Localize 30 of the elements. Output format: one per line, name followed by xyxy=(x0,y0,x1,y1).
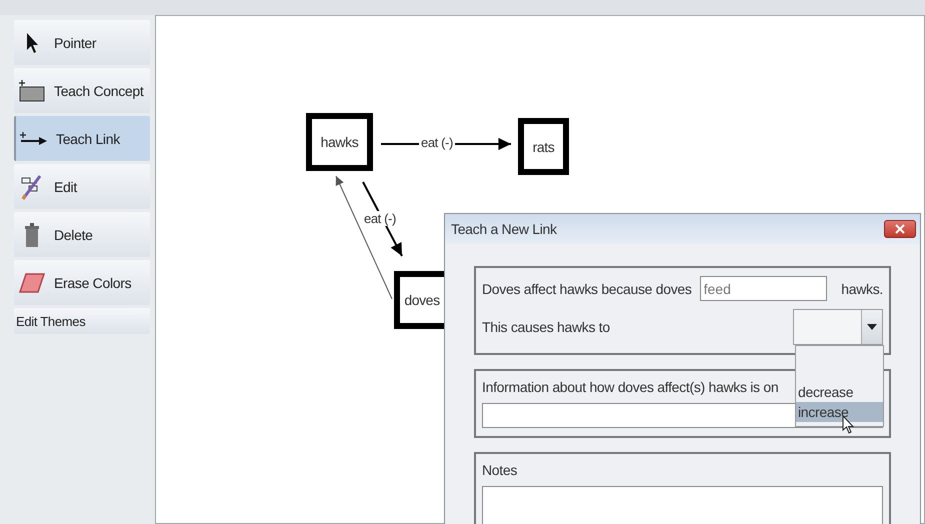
pointer-icon xyxy=(25,32,39,54)
dropdown-option[interactable]: decrease xyxy=(796,382,883,402)
close-icon xyxy=(895,224,905,234)
box-icon xyxy=(19,80,45,102)
sentence-suffix: hawks. xyxy=(841,280,883,296)
trash-icon xyxy=(24,222,40,246)
dropdown-option[interactable]: increase xyxy=(796,402,883,422)
eraser-icon xyxy=(19,272,45,292)
arrow-icon xyxy=(20,132,48,146)
effect-label: This causes hawks to xyxy=(482,319,610,335)
verb-field[interactable]: feed xyxy=(700,276,827,301)
caret-icon xyxy=(867,324,877,330)
pencil-icon xyxy=(21,174,43,200)
concept-node[interactable]: rats xyxy=(518,118,569,175)
link-label: eat (-) xyxy=(362,211,398,226)
tool-button[interactable]: Edit Themes xyxy=(14,308,150,334)
concept-node[interactable]: hawks xyxy=(306,113,373,171)
tool-button[interactable]: Teach Concept xyxy=(14,68,150,113)
tool-button[interactable]: Delete xyxy=(14,212,150,257)
effect-dropdown[interactable] xyxy=(793,309,883,345)
tool-button[interactable]: Erase Colors xyxy=(14,260,150,305)
dialog-title: Teach a New Link xyxy=(451,221,557,237)
notes-label: Notes xyxy=(482,462,518,478)
tool-button[interactable]: Teach Link xyxy=(14,116,150,161)
tool-button[interactable]: Pointer xyxy=(14,20,150,65)
link-label: eat (-) xyxy=(419,135,455,150)
sentence-label: Doves affect hawks because doves xyxy=(482,280,692,296)
tool-button[interactable]: Edit xyxy=(14,164,150,209)
close-button[interactable] xyxy=(884,220,916,238)
info-label: Information about how doves affect(s) hawks is on xyxy=(482,379,778,395)
